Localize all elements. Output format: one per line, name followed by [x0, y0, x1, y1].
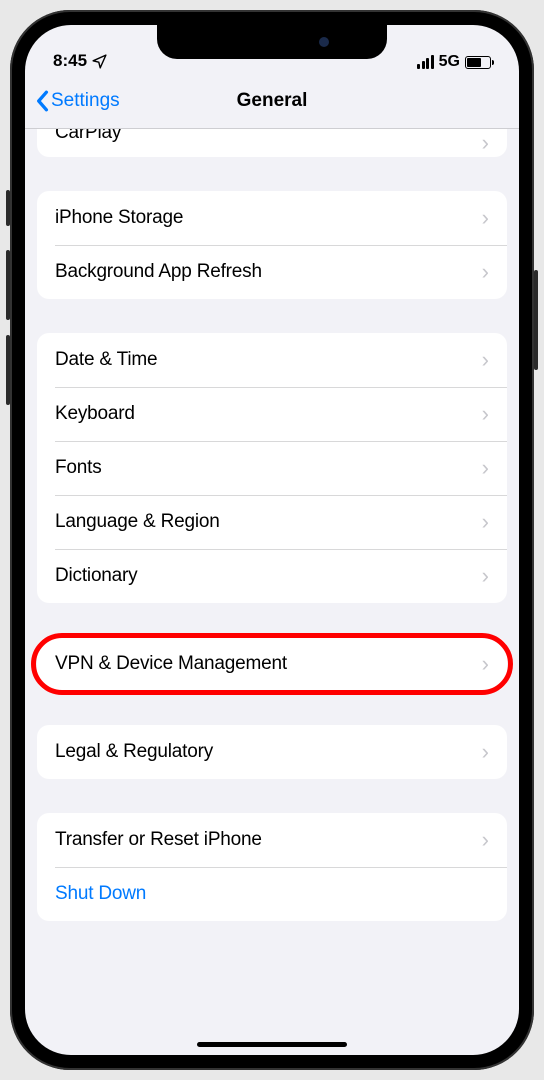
row-label: Fonts — [55, 457, 482, 479]
chevron-right-icon: › — [482, 563, 489, 589]
volume-up-button — [6, 250, 10, 320]
group-reset: Transfer or Reset iPhone › Shut Down — [37, 813, 507, 921]
row-label: VPN & Device Management — [55, 653, 482, 675]
network-label: 5G — [439, 53, 460, 71]
row-label: Background App Refresh — [55, 261, 482, 283]
row-legal-regulatory[interactable]: Legal & Regulatory › — [37, 725, 507, 779]
location-icon — [91, 53, 108, 70]
row-transfer-reset[interactable]: Transfer or Reset iPhone › — [37, 813, 507, 867]
group-storage: iPhone Storage › Background App Refresh … — [37, 191, 507, 299]
home-indicator[interactable] — [197, 1042, 347, 1047]
chevron-right-icon: › — [482, 827, 489, 853]
group-vpn: VPN & Device Management › — [37, 637, 507, 691]
row-fonts[interactable]: Fonts › — [37, 441, 507, 495]
row-label: Transfer or Reset iPhone — [55, 829, 482, 851]
chevron-right-icon: › — [482, 509, 489, 535]
chevron-right-icon: › — [482, 205, 489, 231]
chevron-right-icon: › — [482, 401, 489, 427]
row-label: Date & Time — [55, 349, 482, 371]
row-label: Legal & Regulatory — [55, 741, 482, 763]
group-carplay: CarPlay › — [37, 129, 507, 157]
row-label: Keyboard — [55, 403, 482, 425]
row-keyboard[interactable]: Keyboard › — [37, 387, 507, 441]
chevron-right-icon: › — [482, 259, 489, 285]
page-title: General — [237, 90, 308, 112]
highlighted-group: VPN & Device Management › — [37, 637, 507, 691]
signal-icon — [417, 55, 434, 69]
group-legal: Legal & Regulatory › — [37, 725, 507, 779]
row-dictionary[interactable]: Dictionary › — [37, 549, 507, 603]
row-label: Shut Down — [55, 883, 489, 905]
battery-icon — [465, 56, 491, 69]
row-label: CarPlay — [55, 129, 482, 144]
row-background-app-refresh[interactable]: Background App Refresh › — [37, 245, 507, 299]
chevron-left-icon — [35, 90, 49, 112]
phone-frame: 8:45 5G Settings General — [10, 10, 534, 1070]
chevron-right-icon: › — [482, 130, 489, 156]
chevron-right-icon: › — [482, 455, 489, 481]
back-button[interactable]: Settings — [35, 90, 120, 112]
nav-bar: Settings General — [25, 73, 519, 129]
row-language-region[interactable]: Language & Region › — [37, 495, 507, 549]
row-vpn-device-management[interactable]: VPN & Device Management › — [37, 637, 507, 691]
side-button — [534, 270, 538, 370]
chevron-right-icon: › — [482, 739, 489, 765]
chevron-right-icon: › — [482, 347, 489, 373]
content-scroll[interactable]: CarPlay › iPhone Storage › Background Ap… — [25, 129, 519, 1045]
group-system: Date & Time › Keyboard › Fonts › Languag… — [37, 333, 507, 603]
chevron-right-icon: › — [482, 651, 489, 677]
row-date-time[interactable]: Date & Time › — [37, 333, 507, 387]
mute-switch — [6, 190, 10, 226]
row-label: Language & Region — [55, 511, 482, 533]
row-carplay[interactable]: CarPlay › — [37, 129, 507, 157]
notch — [157, 25, 387, 59]
volume-down-button — [6, 335, 10, 405]
row-shut-down[interactable]: Shut Down — [37, 867, 507, 921]
row-iphone-storage[interactable]: iPhone Storage › — [37, 191, 507, 245]
row-label: iPhone Storage — [55, 207, 482, 229]
screen: 8:45 5G Settings General — [25, 25, 519, 1055]
status-time: 8:45 — [53, 51, 87, 71]
row-label: Dictionary — [55, 565, 482, 587]
back-label: Settings — [51, 90, 120, 112]
